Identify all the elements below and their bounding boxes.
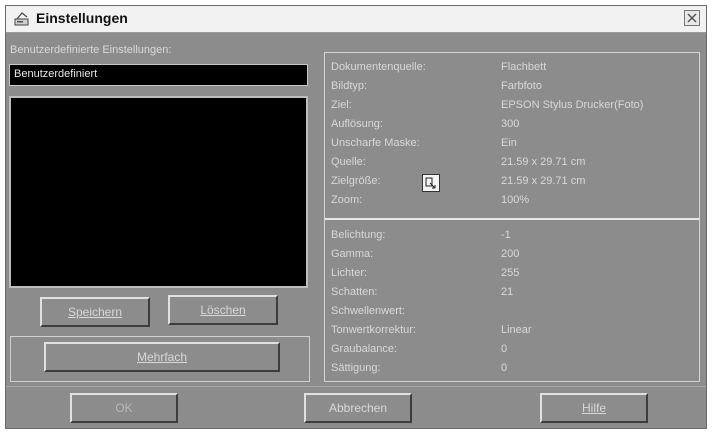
target-size-icon[interactable] (422, 174, 440, 192)
window-title: Einstellungen (36, 10, 128, 26)
delete-button-label: Löschen (200, 303, 246, 317)
info-row: Auflösung: 300 (331, 118, 520, 130)
save-button-label: Speichern (67, 305, 123, 319)
panel-divider (325, 218, 699, 220)
cancel-button-label: Abbrechen (328, 401, 388, 415)
info-row: Tonwertkorrektur: Linear (331, 324, 532, 336)
scanner-icon (14, 11, 30, 27)
settings-label: Benutzerdefinierte Einstellungen: (10, 44, 172, 56)
info-row: Zielgröße: 21.59 x 29.71 cm (331, 174, 697, 192)
help-button-label: Hilfe (581, 401, 606, 415)
info-row: Zoom: 100% (331, 194, 530, 206)
settings-name-field[interactable]: Benutzerdefiniert (9, 64, 308, 86)
info-row: Gamma: 200 (331, 248, 520, 260)
info-row: Sättigung: 0 (331, 362, 508, 374)
settings-list[interactable] (9, 96, 308, 288)
info-row: Unscharfe Maske: Ein (331, 137, 517, 149)
settings-dialog: Einstellungen Benutzerdefinierte Einstel… (5, 5, 707, 429)
info-row: Graubalance: 0 (331, 343, 508, 355)
settings-summary-panel: Dokumentenquelle: Flachbett Bildtyp: Farbf… (324, 52, 700, 382)
info-row: Lichter: 255 (331, 267, 520, 279)
info-row: Ziel: EPSON Stylus Drucker(Foto) (331, 99, 644, 111)
info-row: Schwellenwert: (331, 305, 405, 317)
info-row: Schatten: 21 (331, 286, 514, 298)
info-row: Bildtyp: Farbfoto (331, 80, 542, 92)
footer-divider (6, 386, 706, 387)
cancel-button[interactable]: Abbrechen (304, 393, 412, 423)
help-button[interactable]: Hilfe (540, 393, 648, 423)
save-button[interactable]: Speichern (40, 297, 150, 327)
ok-button-label: OK (115, 401, 133, 415)
info-row: Belichtung: -1 (331, 229, 511, 241)
ok-button[interactable]: OK (70, 393, 178, 423)
multiple-button-label: Mehrfach (136, 350, 188, 364)
close-icon[interactable] (684, 10, 700, 26)
delete-button[interactable]: Löschen (168, 295, 278, 325)
multiple-button[interactable]: Mehrfach (44, 342, 280, 372)
title-bar: Einstellungen (6, 6, 706, 33)
info-row: Quelle: 21.59 x 29.71 cm (331, 156, 586, 168)
info-row: Dokumentenquelle: Flachbett (331, 61, 547, 73)
